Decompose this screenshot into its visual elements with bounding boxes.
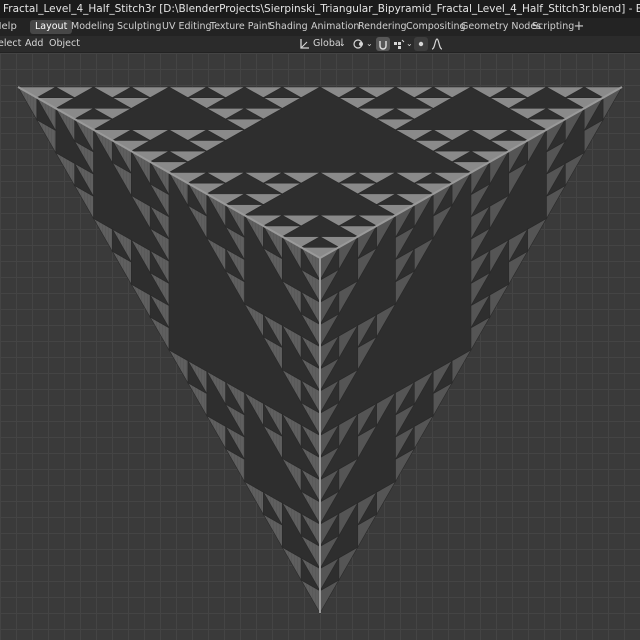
pivot-point-icon[interactable] [352, 37, 366, 51]
snap-toggle-icon[interactable] [376, 37, 390, 51]
snap-target-icon[interactable] [392, 37, 406, 51]
viewport-header: Select Add Object Global ⌄ ⌄ ⌄ [0, 36, 640, 53]
pivot-chevron-icon[interactable]: ⌄ [366, 37, 373, 51]
select-menu[interactable]: Select [0, 37, 21, 51]
proportional-editing-icon[interactable] [414, 37, 428, 51]
transform-orientation-icon [298, 37, 310, 51]
falloff-curve-icon[interactable] [430, 37, 444, 51]
object-menu[interactable]: Object [49, 37, 80, 51]
add-workspace-icon[interactable]: + [572, 19, 586, 35]
3d-viewport[interactable] [0, 53, 640, 640]
window-title-bar: Fractal_Level_4_Half_Stitch3r [D:\Blende… [0, 0, 640, 18]
top-menu-bar: Help Layout Modeling Sculpting UV Editin… [0, 18, 640, 36]
add-menu[interactable]: Add [25, 37, 43, 51]
snap-chevron-icon[interactable]: ⌄ [406, 37, 413, 51]
chevron-down-icon[interactable]: ⌄ [339, 37, 346, 51]
sierpinski-bipyramid-model [16, 86, 624, 615]
window-title: Fractal_Level_4_Half_Stitch3r [D:\Blende… [3, 3, 640, 15]
menu-help[interactable]: Help [0, 20, 17, 34]
